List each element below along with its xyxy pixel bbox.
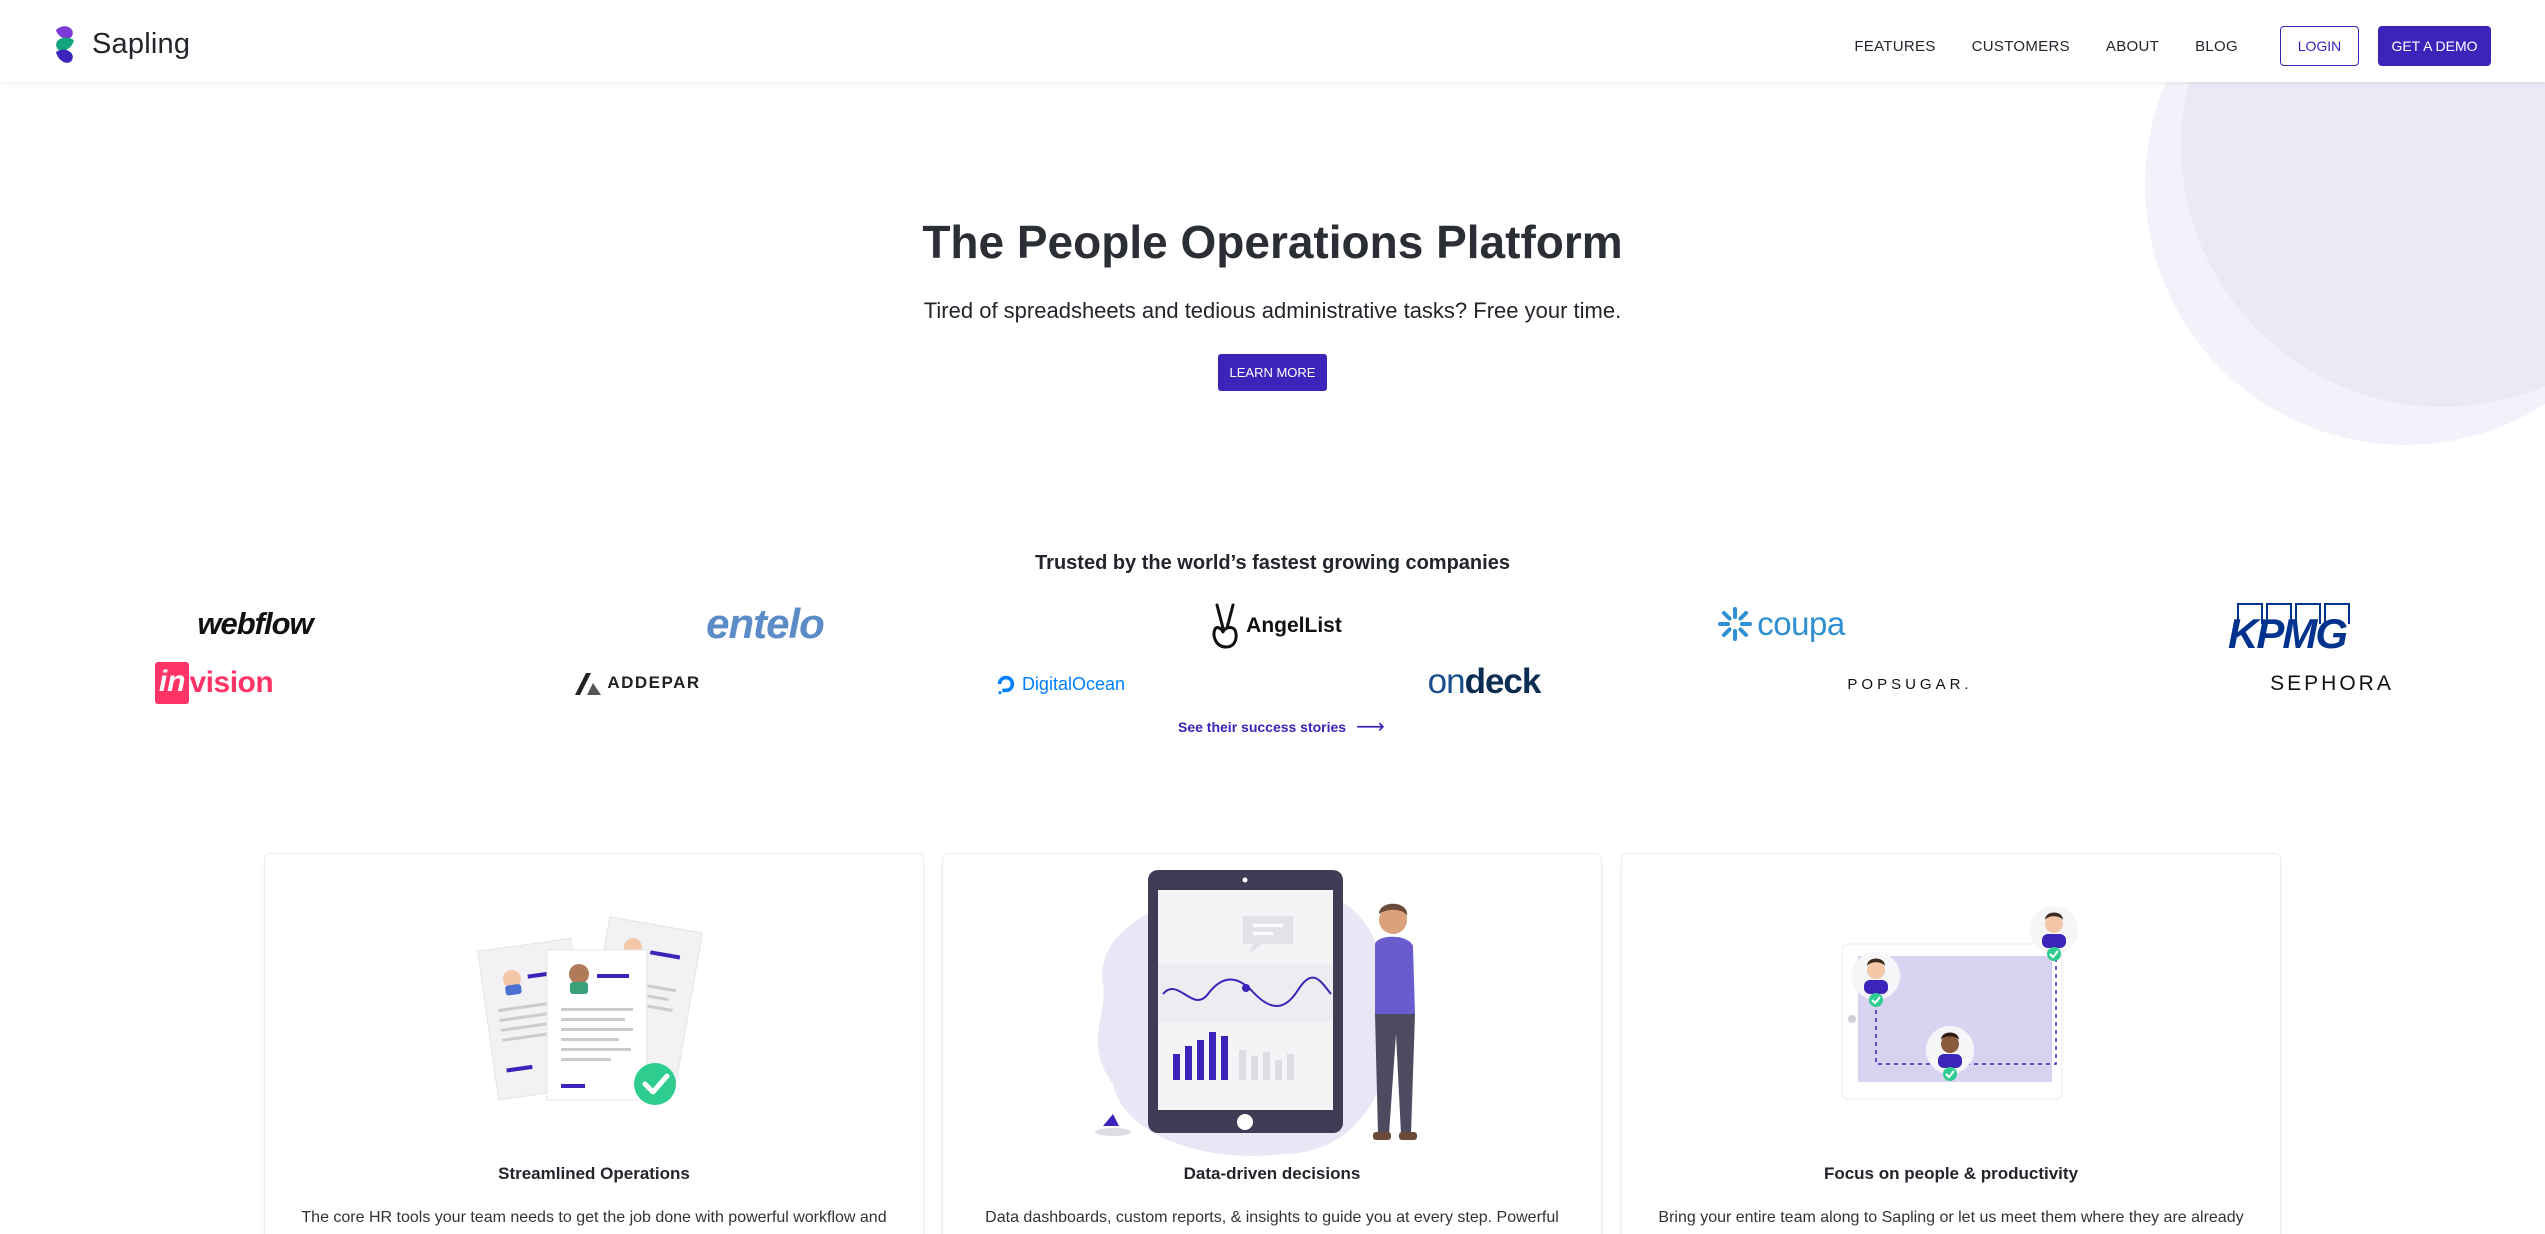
invision-logo: in vision — [148, 660, 280, 706]
success-stories-link[interactable]: See their success stories ⟶ — [1178, 714, 1385, 739]
nav-link-features[interactable]: FEATURES — [1854, 38, 1935, 55]
top-navbar: Sapling FEATURES CUSTOMERS ABOUT BLOG LO… — [0, 0, 2545, 82]
feature-title: Focus on people & productivity — [1823, 1164, 2079, 1183]
nav-link-blog[interactable]: BLOG — [2195, 38, 2238, 55]
feature-title: Streamlined Operations — [498, 1164, 690, 1183]
victory-hand-icon — [1212, 603, 1238, 649]
hero-title: The People Operations Platform — [922, 216, 1623, 268]
ondeck-on-wordmark: on — [1427, 662, 1466, 701]
trusted-title: Trusted by the world’s fastest growing c… — [1035, 552, 1510, 574]
team-connections-illustration — [1841, 906, 2078, 1100]
login-button[interactable]: LOGIN — [2280, 26, 2359, 66]
angellist-wordmark: AngelList — [1246, 614, 1342, 637]
invision-in-badge: in — [154, 662, 190, 704]
kpmg-logo: KPMG — [2224, 598, 2356, 657]
feature-description: The core HR tools your team needs to get… — [301, 1209, 887, 1226]
webflow-wordmark: webflow — [197, 606, 313, 641]
documents-checkmark-illustration — [477, 916, 704, 1105]
popsugar-logo: POPSUGAR. — [1840, 670, 1980, 698]
arrow-right-icon: ⟶ — [1356, 716, 1385, 738]
invision-wordmark: vision — [189, 666, 274, 699]
addepar-wordmark: ADDEPAR — [607, 673, 701, 692]
hero-subtitle: Tired of spreadsheets and tedious admini… — [923, 298, 1622, 323]
sephora-logo: SEPHORA — [2262, 668, 2402, 700]
entelo-wordmark: entelo — [706, 600, 825, 647]
nav-link-customers[interactable]: CUSTOMERS — [1972, 38, 2070, 55]
entelo-logo: entelo — [690, 598, 840, 650]
sapling-logo-icon — [56, 26, 74, 63]
feature-card-streamlined: Streamlined Operations The core HR tools… — [264, 853, 924, 1234]
feature-title: Data-driven decisions — [1183, 1164, 1361, 1183]
nav-links: FEATURES CUSTOMERS ABOUT BLOG LOGIN GET … — [1854, 26, 2491, 66]
sephora-wordmark: SEPHORA — [2270, 672, 2394, 695]
nav-link-about[interactable]: ABOUT — [2106, 38, 2159, 55]
get-demo-button[interactable]: GET A DEMO — [2378, 26, 2491, 66]
digitalocean-wordmark: DigitalOcean — [1021, 673, 1125, 694]
coupa-burst-icon — [1718, 607, 1753, 641]
angellist-logo: AngelList — [1205, 600, 1345, 652]
brand-logo[interactable]: Sapling — [50, 24, 190, 64]
feature-card-people: Focus on people & productivity Bring you… — [1621, 853, 2281, 1234]
webflow-logo: webflow — [180, 604, 330, 644]
feature-card-data: Data-driven decisions Data dashboards, c… — [942, 853, 1602, 1234]
coupa-wordmark: coupa — [1757, 605, 1845, 642]
digitalocean-logo: DigitalOcean — [995, 668, 1125, 700]
coupa-logo: coupa — [1716, 602, 1846, 646]
addepar-logo: ADDEPAR — [572, 666, 702, 700]
feature-description: Bring your entire team along to Sapling … — [1658, 1209, 2244, 1226]
ondeck-logo: on deck — [1418, 660, 1550, 704]
success-stories-label: See their success stories — [1178, 718, 1347, 735]
feature-description: Data dashboards, custom reports, & insig… — [985, 1209, 1559, 1226]
kpmg-wordmark: KPMG — [2228, 610, 2348, 657]
brand-name: Sapling — [92, 27, 191, 60]
popsugar-wordmark: POPSUGAR. — [1847, 675, 1973, 693]
addepar-mark-icon — [575, 673, 602, 695]
ondeck-deck-wordmark: deck — [1464, 662, 1542, 701]
tablet-dashboard-illustration — [1095, 870, 1417, 1156]
learn-more-button[interactable]: LEARN MORE — [1218, 354, 1327, 391]
digitalocean-mark-icon — [997, 675, 1015, 695]
